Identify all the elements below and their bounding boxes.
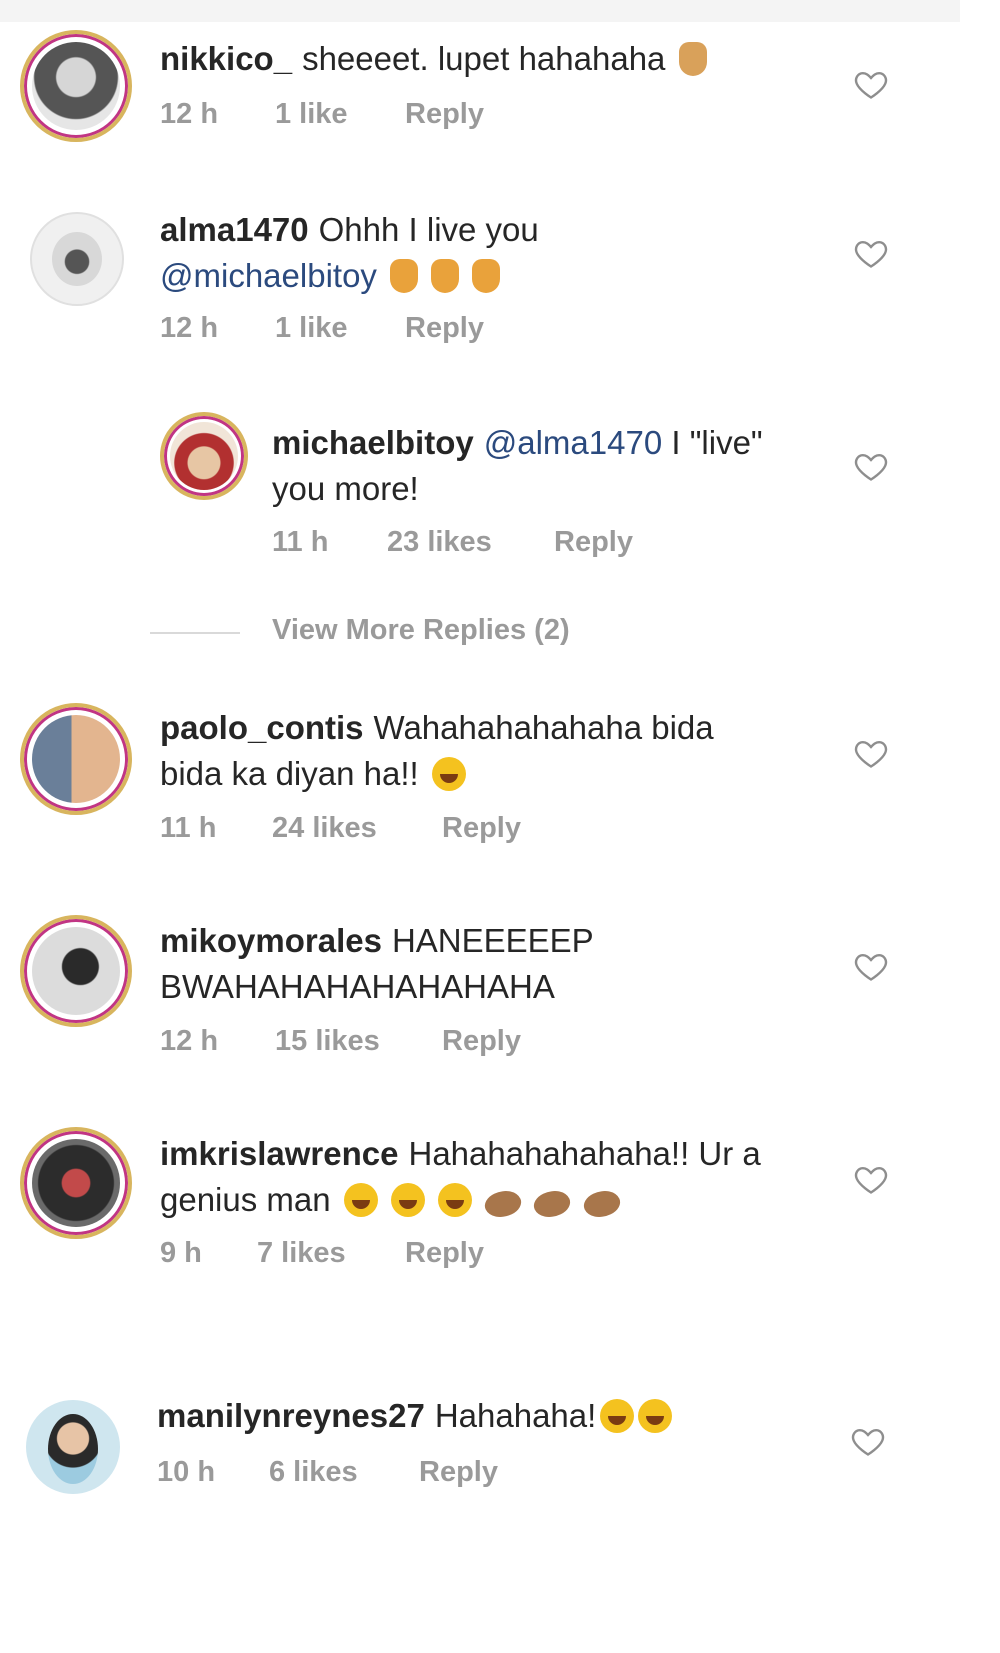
comment-body: Wahahahahahaha bida [373,709,714,746]
comment-text: alma1470 Ohhh I live you [160,207,539,253]
comment-time: 12 h [160,98,219,130]
reply-button[interactable]: Reply [405,1237,484,1270]
hand-emoji-icon [431,259,460,293]
comment-likes[interactable]: 1 like [275,312,348,345]
heart-icon[interactable] [853,948,889,984]
comment-meta: 11 h 23 likes Reply [272,526,832,566]
avatar[interactable] [20,1127,132,1239]
comment-text: manilynreynes27 Hahahaha! [157,1393,673,1439]
avatar[interactable] [20,30,132,142]
comment-text: michaelbitoy @alma1470 I "live" [272,420,763,466]
laughing-emoji-icon [390,1183,425,1217]
comment-body: Ohhh I live you [318,211,539,248]
comment-time: 11 h [272,526,329,558]
comment-text-line2: bida ka diyan ha!! [160,751,466,797]
comment-likes[interactable]: 7 likes [257,1237,346,1270]
comment-mention[interactable]: @alma1470 [484,424,662,461]
comment-body: Hahahaha! [434,1397,597,1434]
avatar[interactable] [26,1400,120,1494]
comment-username[interactable]: mikoymorales [160,922,382,959]
clapping-hands-emoji-icon [530,1184,575,1224]
laughing-emoji-icon [600,1399,635,1433]
comment-text: nikkico_ sheeeet. lupet hahahaha [160,36,707,82]
comment-body: bida ka diyan ha!! [160,755,419,792]
comment-time: 12 h [160,1025,219,1057]
laughing-emoji-icon [638,1399,673,1433]
comment-body: I "live" [671,424,763,461]
avatar[interactable] [20,703,132,815]
comment-username[interactable]: nikkico_ [160,40,292,77]
comment-meta: 12 h 1 like Reply [160,98,760,138]
comment-body: HANEEEEEP [391,922,594,959]
comment-meta: 10 h 6 likes Reply [157,1456,757,1496]
heart-icon[interactable] [853,735,889,771]
comment-username[interactable]: manilynreynes27 [157,1397,425,1434]
comment-text: paolo_contis Wahahahahahaha bida [160,705,714,751]
top-divider [0,0,960,22]
comment-text-line2: BWAHAHAHAHAHAHAHA [160,964,555,1010]
reply-button[interactable]: Reply [442,812,521,845]
hand-emoji-icon [472,259,501,293]
comment-time: 9 h [160,1237,202,1269]
comment-likes[interactable]: 23 likes [387,526,492,559]
reply-button[interactable]: Reply [554,526,633,559]
reply-button[interactable]: Reply [442,1025,521,1058]
comment-text-line2: genius man [160,1177,624,1224]
reply-button[interactable]: Reply [419,1456,498,1489]
comment-username[interactable]: alma1470 [160,211,309,248]
comment-username[interactable]: imkrislawrence [160,1135,398,1172]
comment-likes[interactable]: 15 likes [275,1025,380,1058]
laughing-emoji-icon [438,1183,473,1217]
comment-body: you more! [272,470,419,507]
comment-body: BWAHAHAHAHAHAHAHA [160,968,555,1005]
comment-meta: 11 h 24 likes Reply [160,812,760,852]
comment-likes[interactable]: 24 likes [272,812,377,845]
comment-username[interactable]: michaelbitoy [272,424,474,461]
comment-text: imkrislawrence Hahahahahahaha!! Ur a [160,1131,761,1177]
comment-body: genius man [160,1181,331,1218]
comment-text-line2: you more! [272,466,419,512]
comment-likes[interactable]: 1 like [275,98,348,131]
heart-icon[interactable] [853,235,889,271]
view-more-divider [150,632,240,634]
comment-meta: 12 h 15 likes Reply [160,1025,760,1065]
laughing-emoji-icon [431,757,466,791]
laughing-emoji-icon [343,1183,378,1217]
heart-icon[interactable] [853,448,889,484]
comment-meta: 9 h 7 likes Reply [160,1237,760,1277]
rock-hand-emoji-icon [678,42,707,76]
clapping-hands-emoji-icon [481,1184,526,1224]
comment-time: 11 h [160,812,217,844]
comment-text-line2: @michaelbitoy [160,253,501,299]
comment-meta: 12 h 1 like Reply [160,312,760,352]
comment-mention[interactable]: @michaelbitoy [160,257,377,294]
reply-button[interactable]: Reply [405,312,484,345]
comment-time: 10 h [157,1456,216,1488]
hand-emoji-icon [390,259,419,293]
comment-username[interactable]: paolo_contis [160,709,364,746]
comment-body: sheeeet. lupet hahahaha [302,40,666,77]
avatar[interactable] [30,212,124,306]
avatar[interactable] [160,412,248,500]
comment-text: mikoymorales HANEEEEEP [160,918,594,964]
view-more-replies-button[interactable]: View More Replies (2) [272,614,570,647]
reply-button[interactable]: Reply [405,98,484,131]
avatar[interactable] [20,915,132,1027]
comment-time: 12 h [160,312,219,344]
comment-likes[interactable]: 6 likes [269,1456,358,1489]
heart-icon[interactable] [853,66,889,102]
comment-body: Hahahahahahaha!! Ur a [408,1135,761,1172]
clapping-hands-emoji-icon [579,1184,624,1224]
heart-icon[interactable] [850,1423,886,1459]
heart-icon[interactable] [853,1161,889,1197]
